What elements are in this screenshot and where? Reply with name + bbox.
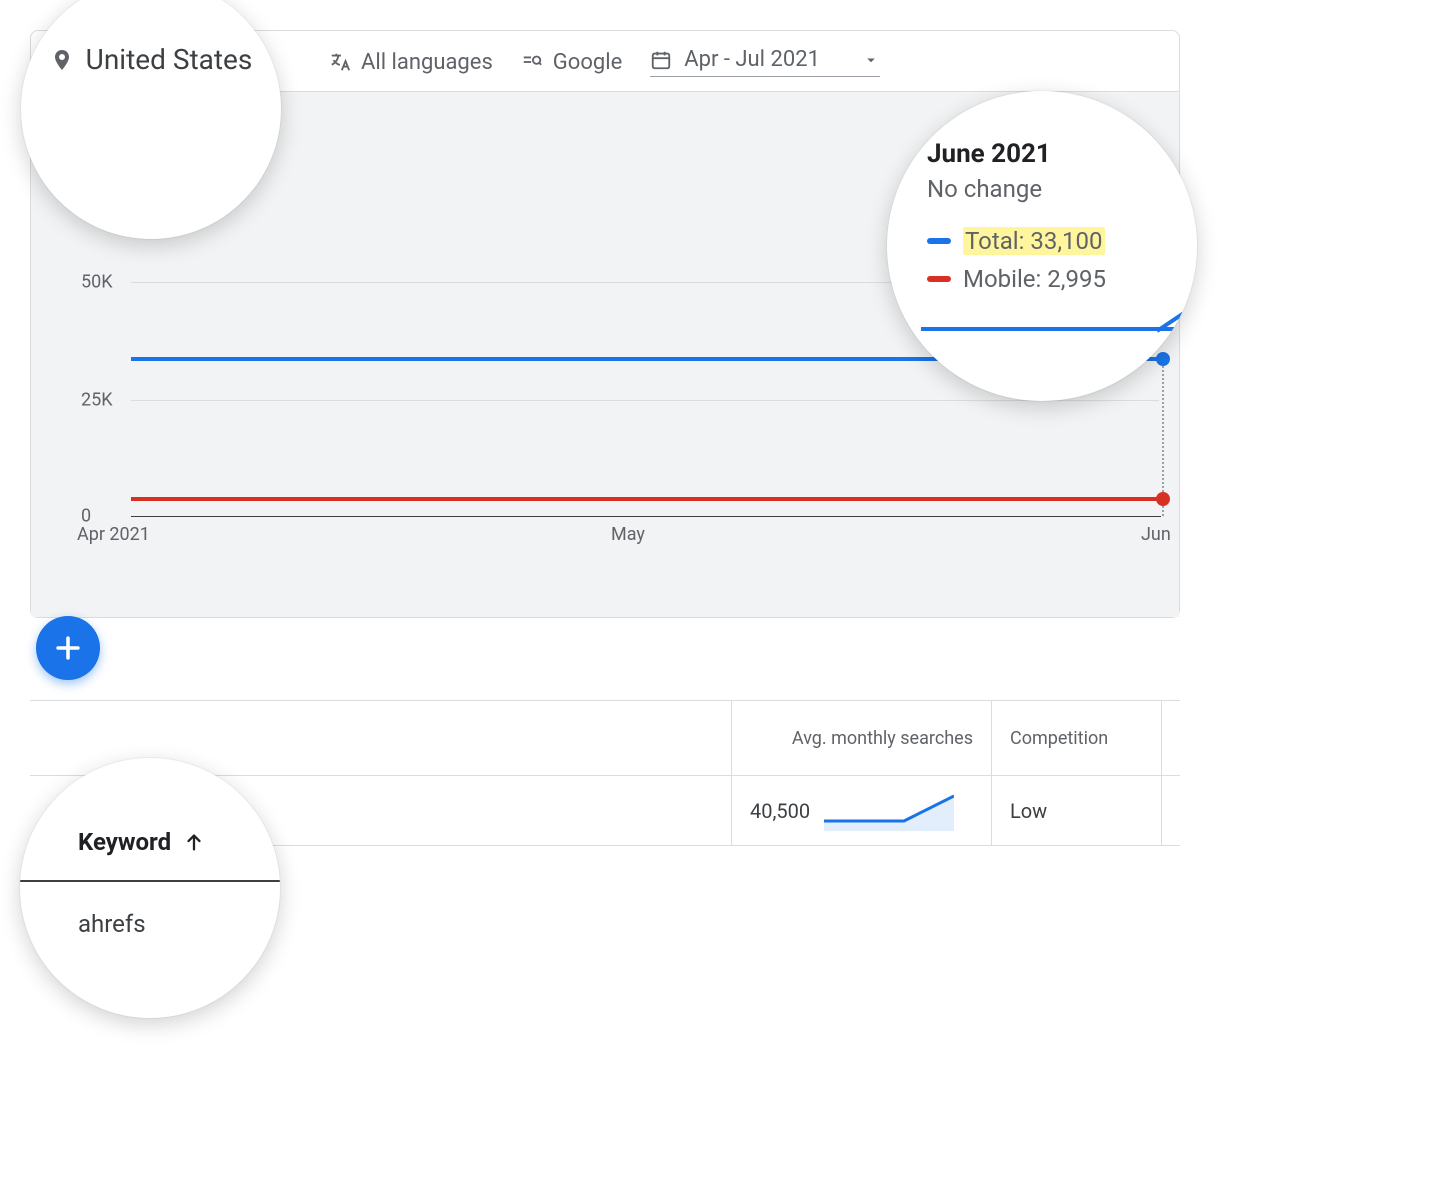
- sort-ascending-icon[interactable]: [183, 831, 205, 853]
- language-label: All languages: [361, 50, 493, 75]
- swatch-red-icon: [927, 276, 951, 282]
- col-competition[interactable]: Competition: [992, 701, 1162, 775]
- calendar-icon: [650, 49, 672, 71]
- hover-dot-mobile: [1156, 492, 1170, 506]
- xtick-apr: Apr 2021: [77, 524, 150, 545]
- engine-label: Google: [553, 50, 622, 75]
- row-avg-value: 40,500: [750, 799, 810, 823]
- tooltip-total-row: Total: 33,100: [927, 227, 1167, 255]
- tooltip-title: June 2021: [927, 139, 1167, 169]
- keyword-value: ahrefs: [20, 882, 280, 938]
- series-mobile-line: [131, 497, 1161, 501]
- tooltip-magnifier: June 2021 No change Total: 33,100 Mobile…: [887, 91, 1197, 401]
- chevron-down-icon: [862, 51, 880, 69]
- tooltip-mobile-label: Mobile: 2,995: [963, 265, 1106, 293]
- tooltip-subtitle: No change: [927, 175, 1167, 203]
- main-panel: All languages Google Apr - Jul 2021 50K …: [30, 30, 1180, 618]
- keyword-col-label: Keyword: [78, 828, 171, 856]
- date-range-filter[interactable]: Apr - Jul 2021: [650, 47, 880, 77]
- swatch-blue-icon: [927, 238, 951, 244]
- date-range-label: Apr - Jul 2021: [684, 47, 820, 72]
- location-pin-icon: [50, 45, 74, 75]
- row-competition-value: Low: [1010, 799, 1047, 823]
- search-engine-icon: [521, 51, 543, 73]
- add-keyword-button[interactable]: [36, 616, 100, 680]
- xtick-may: May: [611, 524, 645, 545]
- engine-filter[interactable]: Google: [521, 50, 622, 75]
- col-avg[interactable]: Avg. monthly searches: [732, 701, 992, 775]
- keyword-magnifier: Keyword ahrefs: [20, 758, 280, 1018]
- location-label: United States: [86, 43, 253, 76]
- translate-icon: [329, 51, 351, 73]
- ytick-50k: 50K: [81, 272, 113, 293]
- xtick-jun: Jun: [1141, 524, 1171, 545]
- table-header: Avg. monthly searches Competition: [30, 701, 1180, 776]
- sparkline-icon: [824, 791, 954, 831]
- tooltip-mobile-row: Mobile: 2,995: [927, 265, 1167, 293]
- language-filter[interactable]: All languages: [329, 50, 493, 75]
- tooltip-total-label: Total: 33,100: [963, 227, 1105, 255]
- ytick-25k: 25K: [81, 390, 113, 411]
- tooltip-plot-snippet: [921, 307, 1197, 367]
